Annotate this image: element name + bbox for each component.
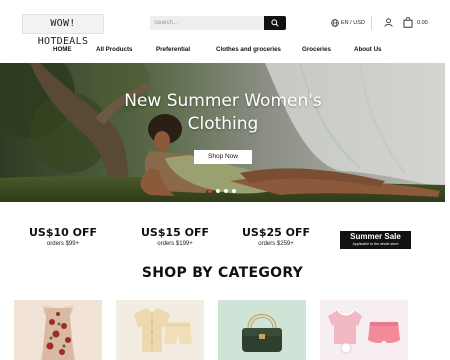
nav-item-about-us[interactable]: About Us (354, 46, 382, 53)
nav-item-all-products[interactable]: All Products (96, 46, 132, 53)
satin-pajama-set-image (116, 300, 204, 360)
search-button[interactable] (264, 16, 286, 30)
carousel-dot-1[interactable] (208, 189, 212, 193)
promo-amount: US$10 OFF (28, 226, 98, 239)
hero-title: New Summer Women's Clothing (96, 90, 350, 136)
globe-icon (331, 19, 339, 27)
search-input[interactable] (150, 16, 264, 30)
summer-sale-subtitle: Applicable to the whole store (352, 242, 399, 246)
nav-item-home[interactable]: HOME (53, 46, 72, 53)
search-bar (150, 16, 286, 30)
promo-condition: orders $99+ (46, 241, 80, 247)
floral-dress-image (14, 300, 102, 360)
main-nav: HOME All Products Preferential Clothes a… (0, 42, 450, 60)
promo-amount: US$25 OFF (241, 226, 311, 239)
hero-banner[interactable]: New Summer Women's Clothing Shop Now (0, 63, 445, 202)
shopping-bag-icon (403, 17, 413, 28)
carousel-dot-4[interactable] (232, 189, 236, 193)
cart-button[interactable]: 0.00 (403, 17, 428, 28)
promo-amount: US$15 OFF (140, 226, 210, 239)
nav-item-preferential[interactable]: Preferential (156, 46, 190, 53)
promo-card[interactable]: US$25 OFF orders $259+ (239, 226, 313, 247)
category-card-handbag[interactable] (218, 300, 306, 360)
kids-pink-outfit-image (320, 300, 408, 360)
hero-title-line1: New Summer Women's (124, 91, 322, 111)
summer-sale-title: Summer Sale (350, 232, 401, 241)
shop-by-category-title: SHOP BY CATEGORY (141, 265, 304, 281)
category-card-kids-outfit[interactable] (320, 300, 408, 360)
nav-item-groceries[interactable]: Groceries (302, 46, 331, 53)
shop-now-button[interactable]: Shop Now (194, 150, 252, 164)
cart-total: 0.00 (417, 19, 428, 26)
site-logo[interactable]: WOW! HOTDEALS (22, 14, 104, 47)
promo-condition: orders $259+ (258, 241, 294, 247)
site-header: WOW! HOTDEALS EN / USD 0.00 (0, 0, 450, 47)
green-handbag-image (218, 300, 306, 360)
user-icon[interactable] (384, 18, 393, 27)
search-icon (271, 19, 279, 27)
nav-item-clothes-and-groceries[interactable]: Clothes and groceries (216, 46, 281, 53)
hero-title-line2: Clothing (187, 114, 259, 134)
carousel-dot-3[interactable] (224, 189, 228, 193)
language-currency-label: EN / USD (341, 20, 365, 26)
summer-sale-badge[interactable]: Summer Sale Applicable to the whole stor… (340, 231, 411, 249)
header-divider (371, 16, 372, 30)
carousel-dots (208, 189, 236, 193)
category-card-floral-dress[interactable] (14, 300, 102, 360)
promo-condition: orders $199+ (157, 241, 193, 247)
category-card-pajama-set[interactable] (116, 300, 204, 360)
carousel-dot-2[interactable] (216, 189, 220, 193)
language-currency-selector[interactable]: EN / USD (331, 18, 365, 28)
promo-card[interactable]: US$10 OFF orders $99+ (28, 226, 98, 247)
promo-card[interactable]: US$15 OFF orders $199+ (138, 226, 212, 247)
